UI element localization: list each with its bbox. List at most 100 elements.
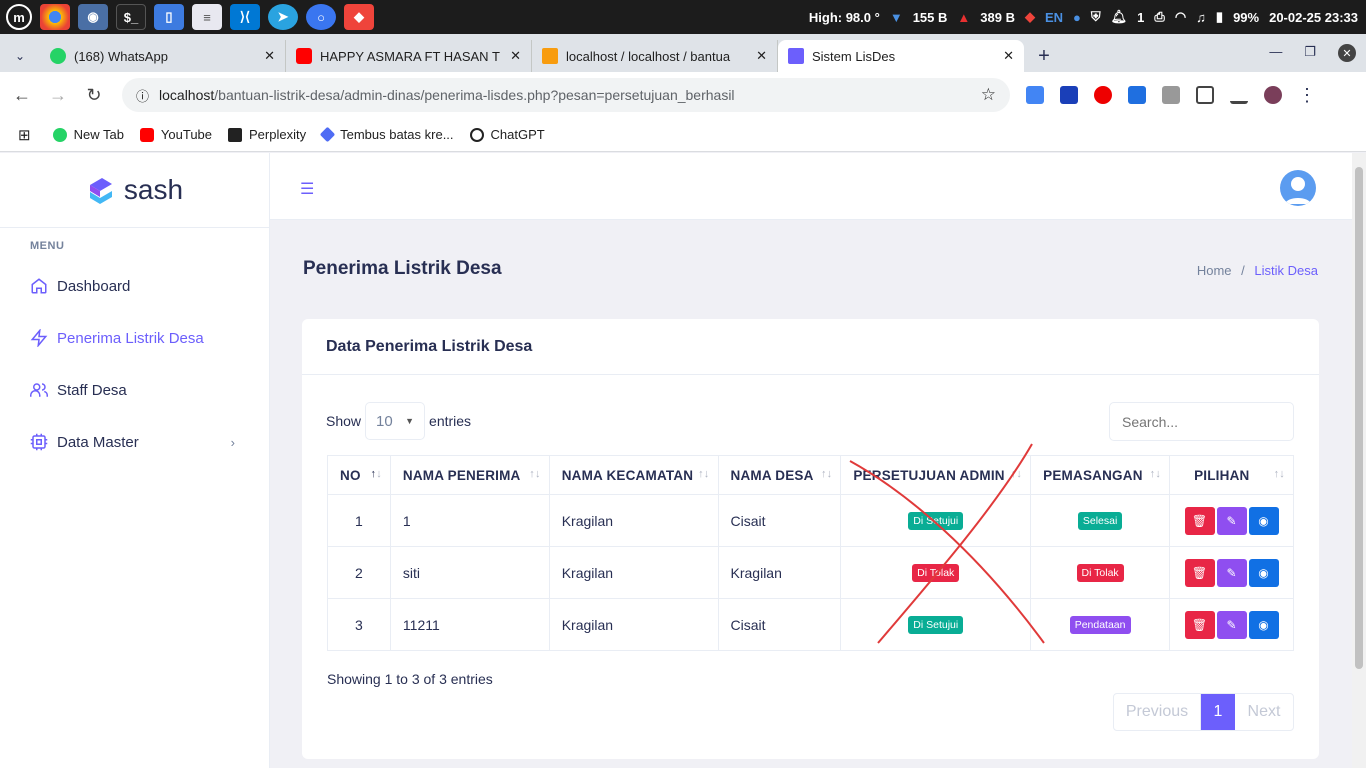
notification-bell-icon[interactable]: 🔔︎ (1111, 9, 1128, 25)
trash-icon: 🗑︎ (1191, 565, 1208, 580)
camera-icon[interactable]: ◉ (78, 4, 108, 30)
page-scrollbar[interactable] (1352, 153, 1366, 768)
col-header-pilihan[interactable]: PILIHAN ↑↓ (1169, 455, 1294, 495)
close-icon[interactable]: ✕ (1003, 48, 1014, 64)
new-tab-button[interactable]: + (1024, 40, 1064, 72)
tab-whatsapp[interactable]: (168) WhatsApp ✕ (40, 40, 286, 72)
delete-button[interactable]: 🗑︎ (1184, 610, 1215, 639)
page-1-button[interactable]: 1 (1201, 694, 1235, 730)
col-header-pemasangan[interactable]: PEMASANGAN ↑↓ (1030, 455, 1171, 495)
extension-grey-icon[interactable] (1162, 86, 1180, 104)
sort-icon: ↑↓ (820, 468, 833, 480)
bookmark-label: Perplexity (249, 127, 307, 142)
next-page-button[interactable]: Next (1235, 694, 1293, 730)
mint-menu-icon[interactable]: m (6, 4, 32, 30)
sidebar-item-dashboard[interactable]: Dashboard (0, 260, 269, 312)
close-icon[interactable]: ✕ (510, 48, 521, 64)
extension-check-icon[interactable] (1128, 86, 1146, 104)
cell-nama: 1 (389, 494, 550, 547)
translate-icon[interactable] (1026, 86, 1044, 104)
col-header-desa[interactable]: NAMA DESA ↑↓ (717, 455, 842, 495)
profile-avatar-icon[interactable] (1264, 86, 1282, 104)
notification-count: 1 (1137, 9, 1145, 25)
bookmark-perplexity[interactable]: Perplexity (228, 127, 306, 142)
music-icon[interactable]: ♫ (1196, 10, 1206, 25)
close-icon[interactable]: ✕ (264, 48, 275, 64)
sidebar-item-penerima[interactable]: Penerima Listrik Desa (0, 312, 269, 364)
anydesk-tray-icon[interactable]: ◆ (1025, 9, 1035, 25)
entries-select[interactable]: 10 ▼ (365, 402, 426, 440)
cell-pemasangan: Di Tolak (1030, 546, 1171, 599)
tab-search-icon[interactable]: ⌄ (0, 40, 40, 72)
tab-youtube[interactable]: HAPPY ASMARA FT HASAN T ✕ (286, 40, 532, 72)
cell-pemasangan: Pendataan (1030, 598, 1171, 651)
col-header-nama[interactable]: NAMA PENERIMA ↑↓ (389, 455, 550, 495)
search-input[interactable] (1109, 402, 1294, 441)
battery-icon[interactable]: ▮ (1216, 9, 1223, 25)
bookmark-star-icon[interactable]: ☆ (981, 85, 996, 105)
site-info-icon[interactable]: ⓘ (136, 86, 149, 105)
maximize-icon[interactable]: ❐ (1304, 44, 1316, 62)
sidebar-item-staff[interactable]: Staff Desa (0, 364, 269, 416)
bookmark-new-tab[interactable]: New Tab (52, 127, 124, 142)
media-control-icon[interactable] (1230, 86, 1248, 104)
close-window-icon[interactable]: ✕ (1338, 44, 1356, 62)
tab-sistem-lisdes[interactable]: Sistem LisDes ✕ (778, 40, 1024, 72)
extension-b-icon[interactable] (1060, 86, 1078, 104)
shield-icon[interactable]: ⛨ (1091, 9, 1101, 25)
bookmark-youtube[interactable]: YouTube (139, 127, 212, 142)
view-button[interactable]: ◉ (1248, 610, 1279, 639)
extension-red-icon[interactable] (1094, 86, 1112, 104)
edit-button[interactable]: ✎ (1216, 558, 1247, 587)
sidebar-item-data-master[interactable]: Data Master › (0, 416, 269, 468)
sort-icon: ↑↓ (1010, 468, 1023, 480)
col-header-kecamatan[interactable]: NAMA KECAMATAN ↑↓ (548, 455, 719, 495)
delete-button[interactable]: 🗑︎ (1184, 558, 1215, 587)
bookmark-chatgpt[interactable]: ChatGPT (469, 127, 545, 142)
signal-icon[interactable]: ○ (306, 4, 336, 30)
previous-page-button[interactable]: Previous (1114, 694, 1201, 730)
apps-grid-icon[interactable]: ⊞ (18, 126, 31, 144)
edit-button[interactable]: ✎ (1216, 610, 1247, 639)
hamburger-menu-icon[interactable]: ☰ (300, 179, 314, 199)
scrollbar-thumb[interactable] (1355, 167, 1363, 669)
minimize-icon[interactable]: — (1269, 44, 1282, 62)
text-editor-icon[interactable]: ≡ (192, 4, 222, 30)
phone-icon[interactable]: ▯ (154, 4, 184, 30)
anydesk-icon[interactable]: ◆ (344, 4, 374, 30)
edit-button[interactable]: ✎ (1216, 506, 1247, 535)
forward-icon[interactable]: → (40, 85, 76, 106)
reload-icon[interactable]: ↻ (76, 85, 112, 106)
view-button[interactable]: ◉ (1248, 506, 1279, 535)
keyboard-language[interactable]: EN (1045, 10, 1063, 25)
terminal-icon[interactable]: $_ (116, 4, 146, 30)
delete-button[interactable]: 🗑︎ (1184, 506, 1215, 535)
close-icon[interactable]: ✕ (756, 48, 767, 64)
pagination: Previous 1 Next (1113, 693, 1294, 731)
back-icon[interactable]: ← (4, 85, 40, 106)
bookmark-gemini[interactable]: Tembus batas kre... (319, 126, 454, 143)
wifi-icon[interactable]: ◠ (1175, 9, 1186, 25)
user-avatar[interactable] (1280, 170, 1316, 206)
col-header-no[interactable]: NO ↑↓ (327, 455, 391, 495)
cell-no: 2 (327, 546, 391, 599)
chrome-menu-icon[interactable]: ⋮ (1298, 85, 1316, 106)
view-button[interactable]: ◉ (1248, 558, 1279, 587)
extensions-puzzle-icon[interactable] (1196, 86, 1214, 104)
chrome-icon[interactable] (40, 4, 70, 30)
breadcrumb-home[interactable]: Home (1197, 263, 1232, 278)
bookmark-label: New Tab (73, 127, 124, 142)
telegram-icon[interactable]: ➤ (268, 4, 298, 30)
chrome-tray-icon[interactable]: ● (1073, 10, 1081, 25)
clock[interactable]: 20-02-25 23:33 (1269, 10, 1358, 25)
bookmark-label: ChatGPT (490, 127, 545, 142)
address-bar[interactable]: ⓘ localhost/bantuan-listrik-desa/admin-d… (122, 78, 1010, 112)
printer-icon[interactable]: ⎙ (1154, 9, 1164, 25)
col-header-persetujuan[interactable]: PERSETUJUAN ADMIN ↑↓ (840, 455, 1032, 495)
tab-phpmyadmin[interactable]: localhost / localhost / bantua ✕ (532, 40, 778, 72)
brand-logo[interactable]: sash (0, 153, 269, 228)
vscode-icon[interactable]: ⟩⟨ (230, 4, 260, 30)
window-controls: — ❐ ✕ (1269, 44, 1356, 62)
bookmark-label: Tembus batas kre... (340, 127, 454, 142)
battery-percent: 99% (1233, 9, 1260, 25)
